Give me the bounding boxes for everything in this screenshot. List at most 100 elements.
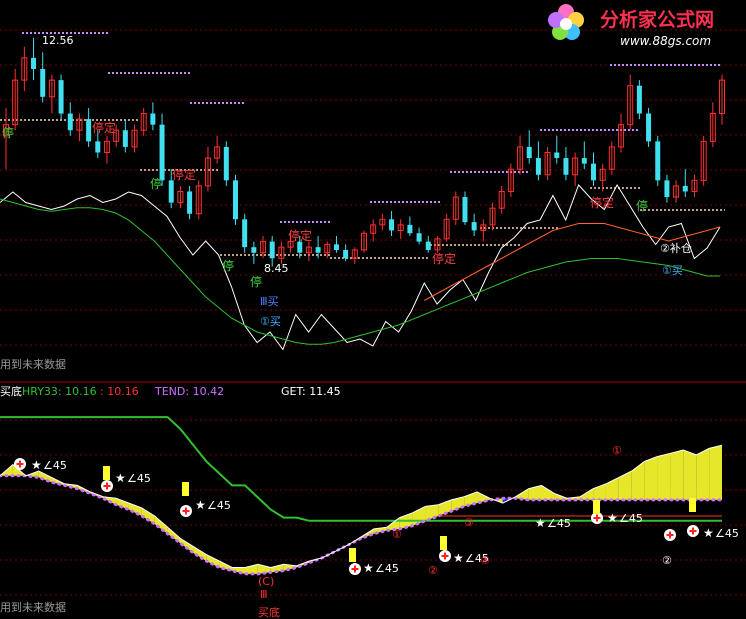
candle-body-46 xyxy=(425,241,431,250)
watermark: 分析家公式网 www.88gs.com xyxy=(548,4,714,48)
candlestick-series xyxy=(3,37,725,267)
candle-body-18 xyxy=(168,180,174,203)
stop-label-3: 停定 xyxy=(172,167,196,182)
candle-body-7 xyxy=(67,113,73,131)
fill-segment-33 xyxy=(425,504,439,521)
candle-body-45 xyxy=(416,233,422,242)
candle-body-44 xyxy=(407,224,413,234)
price-high-label: 12.56 xyxy=(42,34,74,47)
oscillator-line-1 xyxy=(0,198,720,345)
star-angle-label-2: ∠45 xyxy=(207,499,231,512)
stop-lines xyxy=(0,32,725,259)
candle-body-25 xyxy=(232,180,238,220)
lower-fill-bands xyxy=(0,445,722,574)
candle-body-72 xyxy=(664,180,670,198)
chip-marker-3: Ⅲ买 xyxy=(260,295,279,308)
star-icon-0: ★ xyxy=(31,458,42,472)
chip-marker-1: ②补仓 xyxy=(660,241,692,255)
candle-body-27 xyxy=(251,247,257,253)
indicator-get: GET: 11.45 xyxy=(281,385,341,398)
fill-segment-51 xyxy=(657,453,671,500)
phase-label-8: 买底 xyxy=(258,605,280,619)
phase-label-5: ② xyxy=(662,554,672,567)
yellow-bar-5 xyxy=(689,498,696,512)
candle-body-6 xyxy=(58,80,64,114)
yellow-bar-3 xyxy=(440,536,447,550)
star-angle-label-1: ∠45 xyxy=(127,472,151,485)
candle-body-36 xyxy=(333,244,339,250)
candle-body-71 xyxy=(655,141,661,181)
candle-body-4 xyxy=(40,68,46,97)
yellow-bar-4 xyxy=(593,500,600,514)
star-angle-label-5: ∠45 xyxy=(547,517,571,530)
candle-body-20 xyxy=(187,191,193,214)
chart-svg: 12.56 8.45 用到未来数据 ②补仓 ①买 Ⅲ买 ①买 停停定停停定停停停… xyxy=(0,4,746,619)
candle-body-3 xyxy=(31,57,37,69)
star-icon-4: ★ xyxy=(453,551,464,565)
fill-segment-48 xyxy=(618,470,632,500)
price-low-label: 8.45 xyxy=(264,262,289,275)
star-angle-label-6: ∠45 xyxy=(619,512,643,525)
star-icon-7: ★ xyxy=(703,526,714,540)
watermark-brand: 分析家公式网 xyxy=(600,8,714,31)
stop-label-1: 停定 xyxy=(92,120,116,135)
indicator-tend: TEND: 10.42 xyxy=(154,385,224,398)
candle-body-61 xyxy=(563,158,569,175)
phase-label-6: (C) xyxy=(258,575,274,588)
candle-body-60 xyxy=(554,152,560,159)
star-icon-2: ★ xyxy=(195,498,206,512)
star-angle-label-7: ∠45 xyxy=(715,527,739,540)
fill-segment-52 xyxy=(670,450,684,500)
candle-body-63 xyxy=(581,158,587,164)
star-icon-3: ★ xyxy=(363,561,374,575)
candle-body-24 xyxy=(223,146,229,181)
indicator-hry33: HRY33: 10.16 xyxy=(22,385,97,398)
star-angle-label-0: ∠45 xyxy=(43,459,67,472)
candle-body-37 xyxy=(343,249,349,259)
stop-label-5: 停 xyxy=(250,274,262,289)
candle-body-17 xyxy=(159,124,165,181)
stop-label-9: 停 xyxy=(636,198,648,213)
yellow-bar-1 xyxy=(182,482,189,496)
phase-label-3: ④ xyxy=(480,554,490,567)
fill-segment-55 xyxy=(709,445,722,500)
candle-body-58 xyxy=(535,158,541,175)
candle-body-51 xyxy=(471,222,477,231)
yellow-bar-0 xyxy=(103,466,110,480)
upper-future-note: 用到未来数据 xyxy=(0,357,66,371)
stop-label-0: 停 xyxy=(2,125,14,140)
candle-body-74 xyxy=(682,185,688,192)
phase-label-4: ① xyxy=(612,444,622,457)
candle-body-9 xyxy=(86,119,92,142)
fill-segment-53 xyxy=(683,450,697,500)
stop-label-4: 停 xyxy=(222,258,234,273)
candle-body-32 xyxy=(297,241,303,253)
yellow-bar-2 xyxy=(349,548,356,562)
chip-marker-4: ①买 xyxy=(260,315,281,328)
phase-label-7: Ⅲ xyxy=(260,588,268,601)
candle-body-29 xyxy=(269,241,275,259)
indicator-name: 买底 xyxy=(0,384,22,398)
fill-segment-54 xyxy=(696,448,710,500)
lower-line-price xyxy=(0,444,723,569)
lower-future-note: 用到未来数据 xyxy=(0,600,66,614)
candle-body-64 xyxy=(590,163,596,181)
fill-segment-50 xyxy=(644,456,658,500)
candle-body-10 xyxy=(95,141,101,153)
candle-body-34 xyxy=(315,247,321,253)
fill-segment-41 xyxy=(528,485,542,500)
star-icon-1: ★ xyxy=(115,471,126,485)
candle-body-57 xyxy=(526,146,532,159)
phase-label-1: ② xyxy=(428,564,438,577)
chip-marker-2: ①买 xyxy=(662,264,683,277)
phase-label-0: ① xyxy=(392,528,402,541)
flower-logo-icon xyxy=(548,4,584,40)
stop-label-7: 停定 xyxy=(432,251,456,266)
stop-label-6: 停定 xyxy=(288,228,312,243)
candle-body-26 xyxy=(242,219,248,248)
fill-segment-49 xyxy=(631,461,645,500)
star-angle-label-3: ∠45 xyxy=(375,562,399,575)
phase-label-2: ③ xyxy=(464,516,474,529)
stop-label-2: 停 xyxy=(150,176,162,191)
candle-body-42 xyxy=(389,219,395,231)
